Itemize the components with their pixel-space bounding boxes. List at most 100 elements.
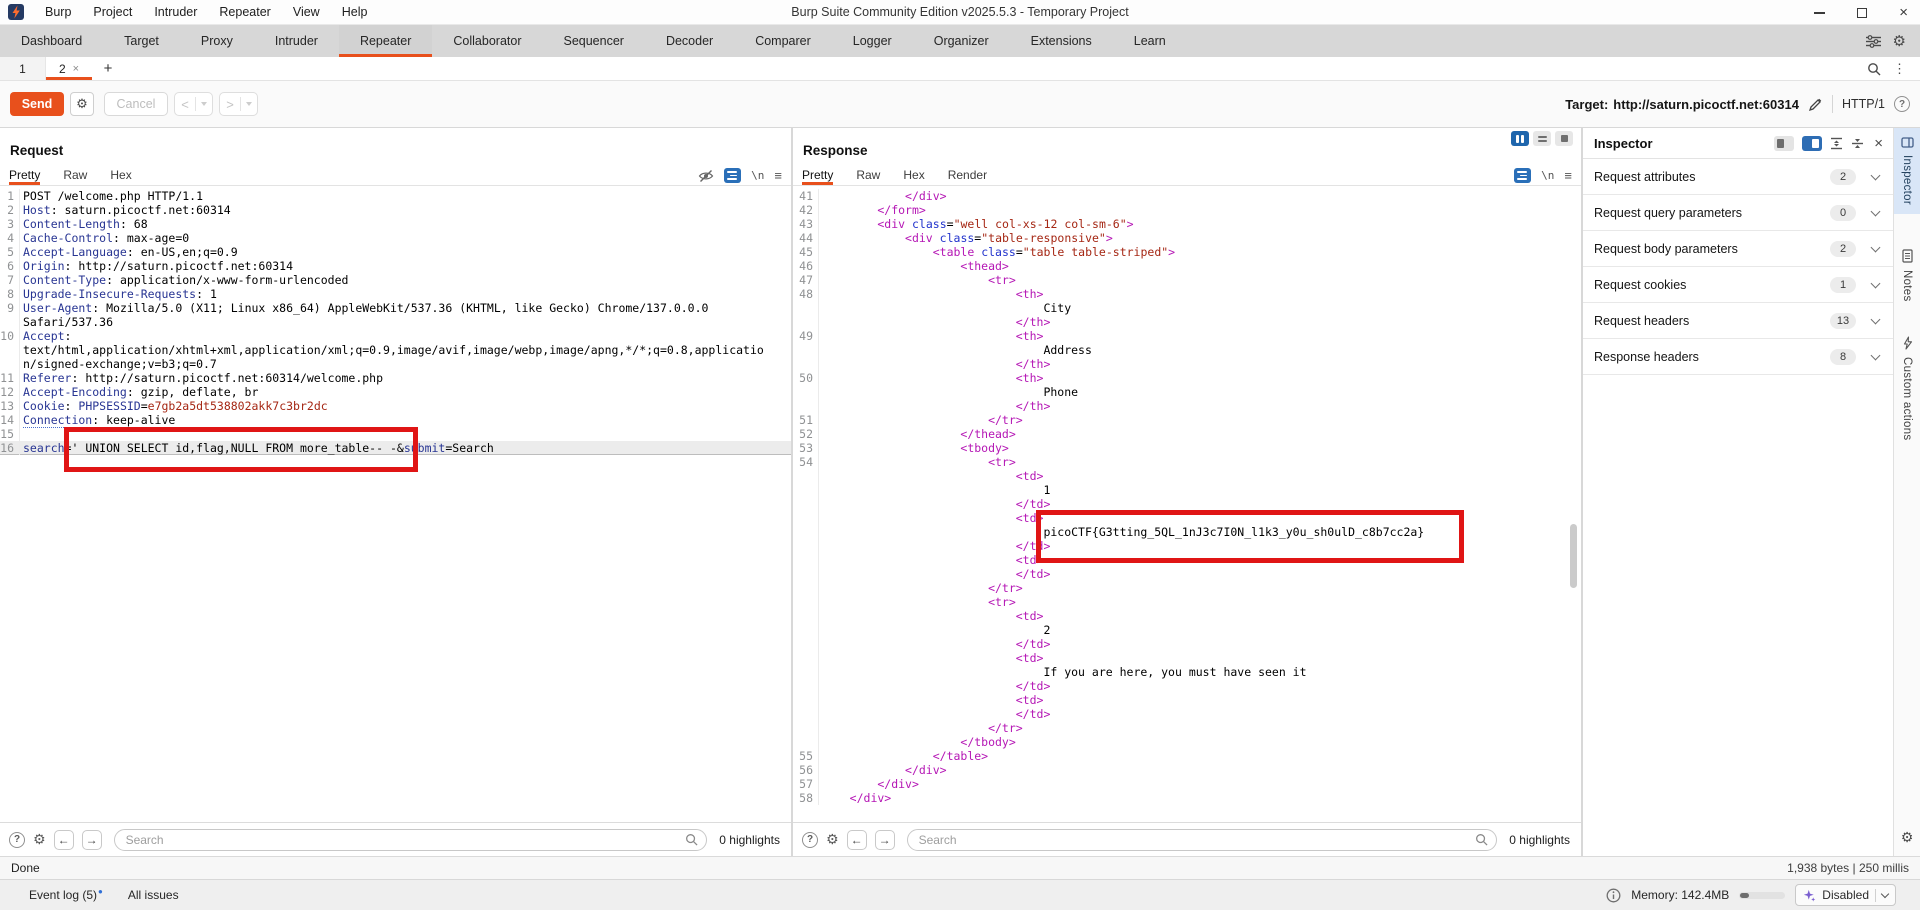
search-settings-icon[interactable]: ⚙: [826, 833, 839, 847]
code-line[interactable]: </th>: [793, 399, 1581, 413]
tab-repeater[interactable]: Repeater: [338, 25, 433, 57]
tab-collaborator[interactable]: Collaborator: [432, 25, 542, 57]
code-line[interactable]: </td>: [793, 679, 1581, 693]
code-line[interactable]: 9 User-Agent: Mozilla/5.0 (X11; Linux x86…: [0, 301, 791, 315]
tab-target[interactable]: Target: [103, 25, 180, 57]
tab-learn[interactable]: Learn: [1113, 25, 1187, 57]
search-icon[interactable]: [1867, 62, 1881, 76]
search-next-button[interactable]: →: [874, 829, 895, 850]
tab-logger[interactable]: Logger: [832, 25, 913, 57]
search-help-icon[interactable]: ?: [802, 831, 818, 848]
layout-rows-button[interactable]: [1533, 131, 1551, 146]
search-prev-button[interactable]: ←: [846, 829, 867, 850]
code-line[interactable]: 46 <thead>: [793, 259, 1581, 273]
burp-ai-button[interactable]: Disabled: [1795, 884, 1896, 906]
chevron-down-icon[interactable]: [1870, 242, 1881, 252]
code-line[interactable]: <td>: [793, 609, 1581, 623]
send-button[interactable]: Send: [10, 92, 64, 116]
code-line[interactable]: text/html,application/xhtml+xml,applicat…: [0, 343, 791, 357]
code-line[interactable]: 44 <div class="table-responsive">: [793, 231, 1581, 245]
repeater-tab-1[interactable]: 1: [0, 57, 46, 80]
menu-repeater[interactable]: Repeater: [208, 0, 281, 25]
tab-extensions[interactable]: Extensions: [1010, 25, 1113, 57]
response-tab-pretty[interactable]: Pretty: [802, 168, 833, 185]
tab-intruder[interactable]: Intruder: [254, 25, 339, 57]
code-line[interactable]: 6 Origin: http://saturn.picoctf.net:60314: [0, 259, 791, 273]
settings-gear-icon[interactable]: ⚙: [1901, 830, 1914, 846]
code-line[interactable]: If you are here, you must have seen it: [793, 665, 1581, 679]
cancel-button[interactable]: Cancel: [104, 92, 168, 116]
search-next-button[interactable]: →: [81, 829, 102, 850]
editor-menu-icon[interactable]: ≡: [774, 169, 782, 182]
forward-button[interactable]: >: [219, 92, 258, 116]
code-line[interactable]: 57 </div>: [793, 777, 1581, 791]
settings-gear-icon[interactable]: ⚙: [1893, 33, 1906, 49]
code-line[interactable]: 58 </div>: [793, 791, 1581, 805]
code-line[interactable]: 11 Referer: http://saturn.picoctf.net:603…: [0, 371, 791, 385]
menu-intruder[interactable]: Intruder: [143, 0, 208, 25]
code-line[interactable]: 2: [793, 623, 1581, 637]
code-line[interactable]: Phone: [793, 385, 1581, 399]
back-dropdown-icon[interactable]: [201, 102, 207, 106]
back-button[interactable]: <: [174, 92, 213, 116]
event-log-button[interactable]: Event log (5)●: [29, 887, 103, 902]
code-line[interactable]: 10 Accept:: [0, 329, 791, 343]
chevron-down-icon[interactable]: [1870, 350, 1881, 360]
maximize-icon[interactable]: [1857, 7, 1868, 18]
code-line[interactable]: 51 </tr>: [793, 413, 1581, 427]
code-line[interactable]: 7 Content-Type: application/x-www-form-ur…: [0, 273, 791, 287]
repeater-tab-2[interactable]: 2 ×: [46, 57, 92, 80]
code-line[interactable]: 42 </form>: [793, 203, 1581, 217]
inspector-dock-right-toggle[interactable]: [1802, 135, 1823, 151]
tab-organizer[interactable]: Organizer: [913, 25, 1010, 57]
request-editor[interactable]: 1 POST /welcome.php HTTP/1.1 2 Host: saturn…: [0, 187, 791, 822]
tab-decoder[interactable]: Decoder: [645, 25, 734, 57]
code-line[interactable]: <td>: [793, 511, 1581, 525]
code-line[interactable]: 45 <table class="table table-striped">: [793, 245, 1581, 259]
code-line[interactable]: 48 <th>: [793, 287, 1581, 301]
code-line[interactable]: 54 <tr>: [793, 455, 1581, 469]
close-icon[interactable]: ×: [1899, 5, 1908, 20]
code-line[interactable]: 1: [793, 483, 1581, 497]
code-line[interactable]: 1 POST /welcome.php HTTP/1.1: [0, 189, 791, 203]
code-line[interactable]: 3 Content-Length: 68: [0, 217, 791, 231]
close-tab-icon[interactable]: ×: [73, 63, 79, 75]
code-line[interactable]: </td>: [793, 567, 1581, 581]
code-line[interactable]: <td>: [793, 651, 1581, 665]
tab-proxy[interactable]: Proxy: [180, 25, 254, 57]
code-line[interactable]: <tr>: [793, 595, 1581, 609]
tab-dashboard[interactable]: Dashboard: [0, 25, 103, 57]
rail-tab-inspector[interactable]: Inspector: [1894, 128, 1920, 215]
request-tab-pretty[interactable]: Pretty: [9, 168, 40, 185]
code-line[interactable]: picoCTF{G3tting_5QL_1nJ3c7I0N_l1k3_y0u_s…: [793, 525, 1581, 539]
code-line[interactable]: 55 </table>: [793, 749, 1581, 763]
response-tab-raw[interactable]: Raw: [856, 168, 880, 185]
request-tab-hex[interactable]: Hex: [110, 168, 131, 185]
response-search-input[interactable]: [906, 828, 1498, 851]
kebab-menu-icon[interactable]: ⋮: [1893, 61, 1906, 77]
code-line[interactable]: </th>: [793, 357, 1581, 371]
chevron-down-icon[interactable]: [1880, 889, 1890, 899]
code-line[interactable]: 5 Accept-Language: en-US,en;q=0.9: [0, 245, 791, 259]
inspector-section-request-headers[interactable]: Request headers 13: [1583, 303, 1893, 339]
menu-help[interactable]: Help: [331, 0, 379, 25]
code-line[interactable]: <td>: [793, 469, 1581, 483]
code-line[interactable]: </td>: [793, 707, 1581, 721]
code-line[interactable]: </tr>: [793, 581, 1581, 595]
layout-single-button[interactable]: [1555, 131, 1573, 146]
code-line[interactable]: 15: [0, 427, 791, 441]
code-line[interactable]: <td>: [793, 693, 1581, 707]
newline-toggle-icon[interactable]: \n: [751, 169, 764, 182]
code-line[interactable]: </th>: [793, 315, 1581, 329]
search-settings-icon[interactable]: ⚙: [33, 833, 46, 847]
layout-columns-button[interactable]: [1511, 131, 1529, 146]
inspector-section-request-body-parameters[interactable]: Request body parameters 2: [1583, 231, 1893, 267]
search-help-icon[interactable]: ?: [9, 831, 25, 848]
code-line[interactable]: 53 <tbody>: [793, 441, 1581, 455]
code-line[interactable]: 16 search=' UNION SELECT id,flag,NULL FRO…: [0, 441, 791, 455]
inspector-dock-left-toggle[interactable]: [1774, 135, 1795, 151]
info-icon[interactable]: [1606, 888, 1621, 903]
request-search-input[interactable]: [113, 828, 708, 851]
search-prev-button[interactable]: ←: [53, 829, 74, 850]
menu-burp[interactable]: Burp: [34, 0, 82, 25]
